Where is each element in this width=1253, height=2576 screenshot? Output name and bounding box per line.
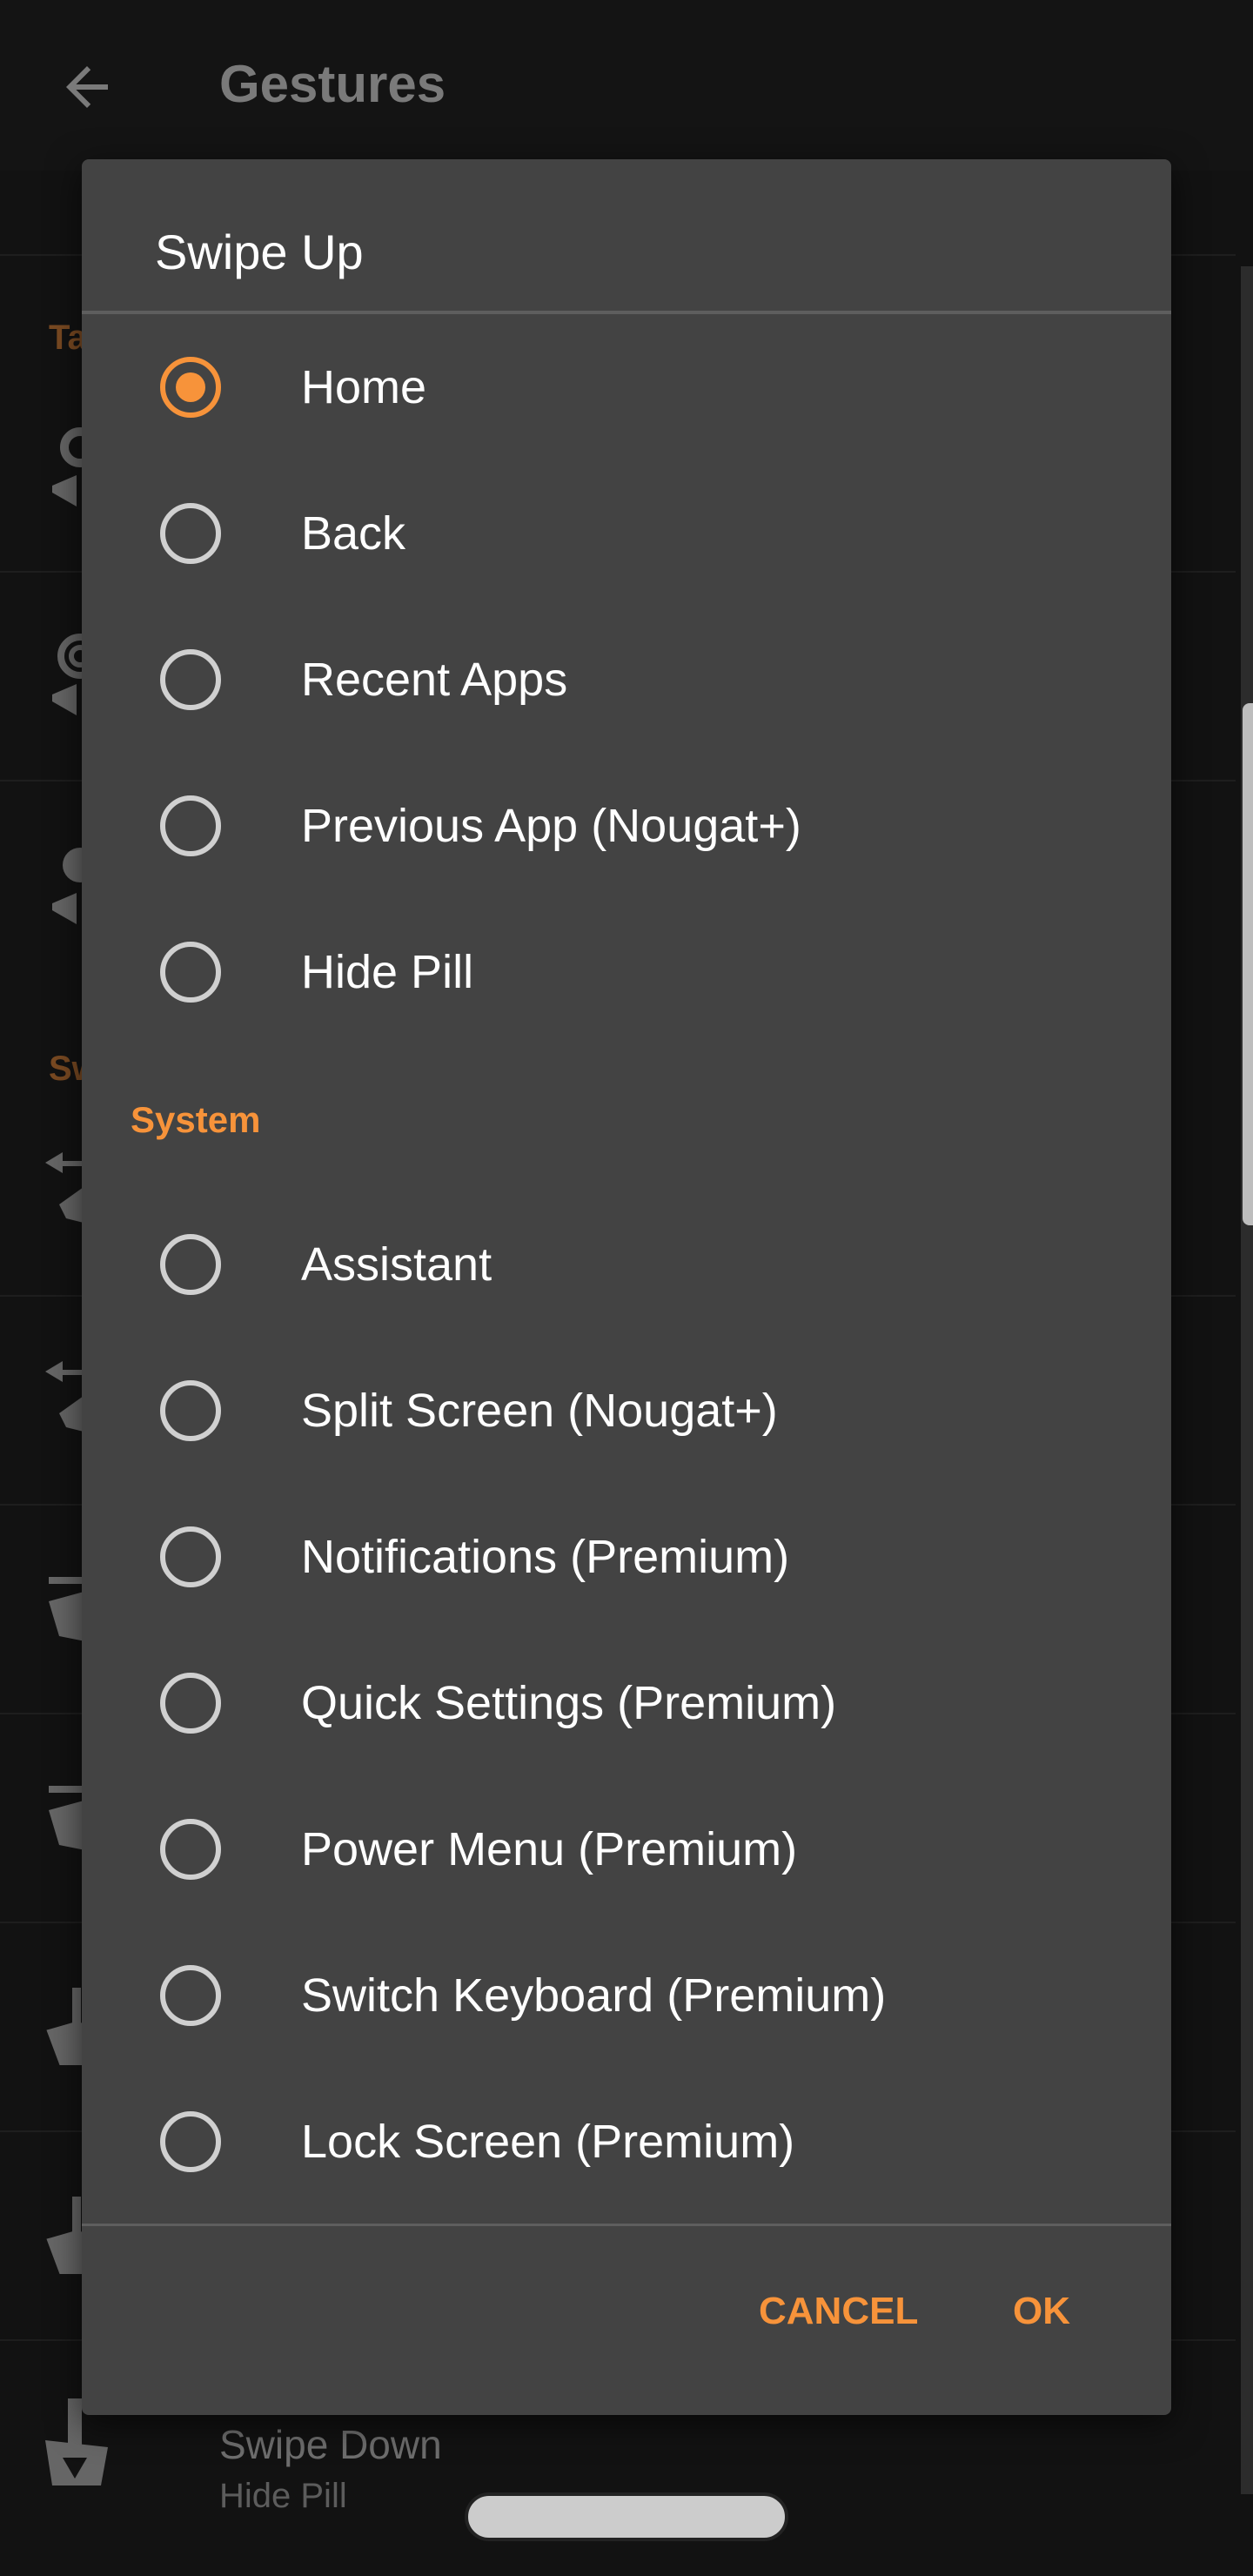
section-header-system: System — [131, 1099, 261, 1140]
option-back[interactable]: Back — [82, 460, 1171, 607]
option-label: Lock Screen (Premium) — [301, 2116, 795, 2168]
app-bar: Gestures — [0, 0, 1253, 171]
scrollbar-thumb[interactable] — [1243, 703, 1253, 1225]
option-label: Home — [301, 361, 427, 413]
radio-icon[interactable] — [160, 942, 221, 1003]
ok-button[interactable]: OK — [1013, 2290, 1070, 2333]
option-recent-apps[interactable]: Recent Apps — [82, 607, 1171, 753]
option-label: Previous App (Nougat+) — [301, 800, 801, 852]
gesture-label[interactable]: Swipe Down — [219, 2421, 442, 2468]
option-home[interactable]: Home — [82, 314, 1171, 460]
scrollbar-track[interactable] — [1241, 266, 1253, 2494]
option-label: Hide Pill — [301, 946, 474, 998]
radio-icon[interactable] — [160, 1673, 221, 1734]
radio-icon[interactable] — [160, 1234, 221, 1295]
gesture-value: Hide Pill — [219, 2477, 347, 2515]
radio-icon[interactable] — [160, 649, 221, 710]
radio-icon[interactable] — [160, 1380, 221, 1441]
option-previous-app[interactable]: Previous App (Nougat+) — [82, 753, 1171, 899]
radio-icon[interactable] — [160, 2111, 221, 2172]
radio-icon[interactable] — [160, 1965, 221, 2026]
option-label: Quick Settings (Premium) — [301, 1677, 837, 1729]
radio-icon[interactable] — [160, 795, 221, 856]
cancel-button[interactable]: CANCEL — [759, 2290, 918, 2333]
dialog-title: Swipe Up — [155, 225, 364, 279]
option-label: Power Menu (Premium) — [301, 1823, 798, 1875]
option-label: Recent Apps — [301, 654, 568, 706]
arrow-left-icon[interactable] — [56, 56, 118, 118]
radio-icon[interactable] — [160, 503, 221, 564]
option-power-menu[interactable]: Power Menu (Premium) — [82, 1776, 1171, 1922]
option-quick-settings[interactable]: Quick Settings (Premium) — [82, 1630, 1171, 1776]
option-switch-keyboard[interactable]: Switch Keyboard (Premium) — [82, 1922, 1171, 2069]
radio-icon[interactable] — [160, 1526, 221, 1587]
option-label: Notifications (Premium) — [301, 1531, 790, 1583]
option-label: Back — [301, 507, 406, 560]
swipe-up-dialog: Swipe Up Home Back Recent Apps Previous … — [82, 159, 1171, 2415]
option-hide-pill[interactable]: Hide Pill — [82, 899, 1171, 1045]
option-lock-screen[interactable]: Lock Screen (Premium) — [82, 2069, 1171, 2215]
option-notifications[interactable]: Notifications (Premium) — [82, 1484, 1171, 1630]
option-label: Assistant — [301, 1238, 492, 1291]
option-split-screen[interactable]: Split Screen (Nougat+) — [82, 1338, 1171, 1484]
dialog-divider-bottom — [82, 2224, 1171, 2226]
radio-icon[interactable] — [160, 1819, 221, 1880]
option-assistant[interactable]: Assistant — [82, 1191, 1171, 1338]
page-title: Gestures — [219, 55, 446, 113]
radio-selected-icon[interactable] — [160, 357, 221, 418]
option-label: Split Screen (Nougat+) — [301, 1385, 778, 1437]
option-label: Switch Keyboard (Premium) — [301, 1969, 887, 2022]
navigation-pill[interactable] — [465, 2492, 788, 2541]
